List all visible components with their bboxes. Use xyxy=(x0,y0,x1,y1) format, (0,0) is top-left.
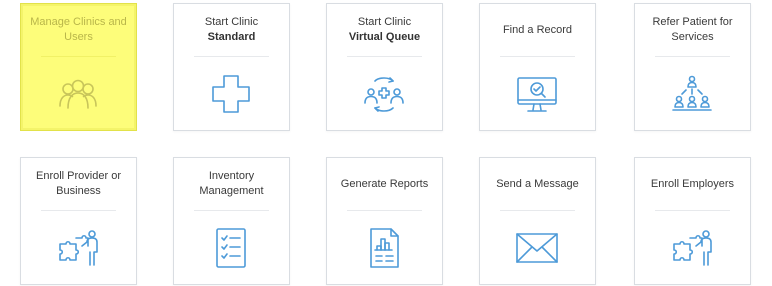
tile-divider xyxy=(194,56,269,57)
tile-title-line1: Enroll Provider or xyxy=(36,170,121,182)
tile-find-a-record[interactable]: Find a Record xyxy=(479,3,596,131)
tile-title-line2: Virtual Queue xyxy=(348,31,421,43)
tile-divider xyxy=(347,210,422,211)
tile-divider xyxy=(194,210,269,211)
tile-send-a-message[interactable]: Send a Message xyxy=(479,157,596,285)
tile-divider xyxy=(500,210,575,211)
tile-manage-clinics-and-users[interactable]: Manage Clinics and Users xyxy=(20,3,137,131)
tile-title-line1: Start Clinic xyxy=(357,16,412,28)
monitor-search-icon xyxy=(513,71,561,117)
tile-title: Send a Message xyxy=(486,158,589,210)
tile-title-line1: Find a Record xyxy=(502,23,573,36)
tile-refer-patient-for-services[interactable]: Refer Patient for Services xyxy=(634,3,751,131)
tile-divider xyxy=(41,56,116,57)
tile-generate-reports[interactable]: Generate Reports xyxy=(326,157,443,285)
tile-title-line1: Enroll Employers xyxy=(650,177,735,190)
tile-title-line1: Generate Reports xyxy=(340,177,429,190)
tile-title: Enroll Employers xyxy=(641,158,744,210)
tile-divider xyxy=(500,56,575,57)
tile-title: Start Clinic Virtual Queue xyxy=(333,4,436,56)
tile-divider xyxy=(41,210,116,211)
tile-title-line2: Management xyxy=(199,185,264,197)
tile-start-clinic-virtual-queue[interactable]: Start Clinic Virtual Queue xyxy=(326,3,443,131)
envelope-icon xyxy=(513,225,561,271)
puzzle-person-icon xyxy=(668,225,716,271)
tile-title: Start Clinic Standard xyxy=(180,4,283,56)
tile-title-line2: Standard xyxy=(207,31,256,43)
referral-tree-icon xyxy=(668,71,716,117)
puzzle-person-icon xyxy=(54,225,102,271)
tile-title-line1: Refer Patient for xyxy=(652,16,733,28)
tile-enroll-provider-or-business[interactable]: Enroll Provider or Business xyxy=(20,157,137,285)
tile-title: Find a Record xyxy=(486,4,589,56)
tile-title-line2: Services xyxy=(671,31,714,43)
tile-enroll-employers[interactable]: Enroll Employers xyxy=(634,157,751,285)
report-chart-icon xyxy=(360,225,408,271)
tile-title-line1: Inventory xyxy=(208,170,255,182)
tile-title-line1: Manage Clinics and xyxy=(30,16,127,28)
medical-cross-icon xyxy=(207,71,255,117)
tile-title: Refer Patient for Services xyxy=(641,4,744,56)
tile-title: Inventory Management xyxy=(180,158,283,210)
tile-title-line2: Users xyxy=(64,31,93,43)
tile-divider xyxy=(347,56,422,57)
virtual-queue-icon xyxy=(360,71,408,117)
tile-title-line2: Business xyxy=(56,185,101,197)
tile-title-line1: Start Clinic xyxy=(204,16,259,28)
tile-title-line1: Send a Message xyxy=(496,177,579,190)
tile-start-clinic-standard[interactable]: Start Clinic Standard xyxy=(173,3,290,131)
tile-title: Generate Reports xyxy=(333,158,436,210)
tile-divider xyxy=(655,210,730,211)
tile-inventory-management[interactable]: Inventory Management xyxy=(173,157,290,285)
tile-title: Manage Clinics and Users xyxy=(27,4,130,56)
tile-title: Enroll Provider or Business xyxy=(27,158,130,210)
users-icon xyxy=(54,71,102,117)
checklist-icon xyxy=(207,225,255,271)
tile-divider xyxy=(655,56,730,57)
